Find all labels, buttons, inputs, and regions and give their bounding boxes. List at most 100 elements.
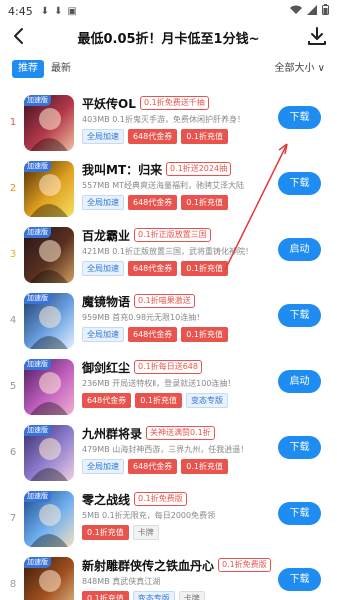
game-size: 479MB (82, 445, 110, 454)
game-description: 479MB 山海封神西游，三界九州，任我逍遥！ (82, 444, 294, 455)
game-row[interactable]: 7 加速版 零之战线 0.1折免费版 5MB 0.1折无限充，每日2000免费领 0.1折… (0, 491, 337, 555)
rank-number: 4 (9, 315, 17, 326)
promo-badge: 0.1折免费版 (134, 492, 187, 506)
feature-tag: 全局加速 (82, 129, 124, 144)
feature-tag: 0.1折充值 (181, 261, 229, 276)
game-size: 403MB (82, 115, 110, 124)
game-description: 557MB MT经典爽送海量福利，驰骋艾泽大陆 (82, 180, 294, 191)
rank-number: 6 (9, 447, 17, 458)
game-thumbnail[interactable]: 加速版 (24, 359, 74, 415)
feature-tag: 全局加速 (82, 459, 124, 474)
game-row[interactable]: 5 加速版 御剑红尘 0.1折每日送648 236MB 开局送特权Ⅱ，登录就送100连抽… (0, 359, 337, 423)
game-summary: 0.1折无限充，每日2000免费领 (102, 511, 216, 520)
game-row[interactable]: 2 加速版 我叫MT：归来 0.1折送2024抽 557MB MT经典爽送海量福利，驰骋… (0, 161, 337, 225)
wifi-icon (290, 5, 302, 18)
accelerated-badge: 加速版 (24, 491, 51, 502)
feature-tag: 全局加速 (82, 327, 124, 342)
feature-tag: 0.1折充值 (181, 195, 229, 210)
sort-recommended-tab[interactable]: 推荐 (12, 60, 44, 78)
game-summary: 0.1折鬼灭手游，免费休闲护肝养身！ (112, 115, 245, 124)
feature-tag: 0.1折充值 (82, 525, 129, 540)
game-name[interactable]: 百龙霸业 (82, 227, 130, 244)
game-row[interactable]: 3 加速版 百龙霸业 0.1折正版放置三国 421MB 0.1折正版放置三国，武将重铸化… (0, 227, 337, 291)
feature-tags: 全局加速 648代金券 0.1折充值 (82, 261, 229, 276)
game-size: 236MB (82, 379, 110, 388)
launch-button[interactable]: 启动 (278, 238, 321, 261)
game-size: 421MB (82, 247, 110, 256)
download-button[interactable]: 下载 (278, 106, 321, 129)
promo-badge: 关神送满赞0.1折 (146, 426, 215, 440)
feature-tag: 0.1折充值 (181, 459, 229, 474)
size-filter-label: 全部大小 (274, 63, 315, 74)
download-button[interactable]: 下载 (278, 568, 321, 591)
promo-badge: 0.1折正版放置三国 (134, 228, 211, 242)
signal-icon (307, 4, 317, 18)
rank-number: 5 (9, 381, 17, 392)
game-thumbnail[interactable]: 加速版 (24, 491, 74, 547)
page-title: 最低0.05折！月卡低至1分钱~ (77, 31, 260, 47)
game-description: 236MB 开局送特权Ⅱ，登录就送100连抽！ (82, 378, 294, 389)
sort-latest-tab[interactable]: 最新 (51, 60, 71, 78)
download-button[interactable]: 下载 (278, 304, 321, 327)
game-description: 403MB 0.1折鬼灭手游，免费休闲护肝养身！ (82, 114, 294, 125)
game-thumbnail[interactable]: 加速版 (24, 425, 74, 481)
feature-tags: 0.1折充值 变态专版 卡牌 (82, 591, 205, 600)
game-summary: 首充0.98元无限10连抽！ (112, 313, 205, 322)
promo-badge: 0.1折免费版 (218, 558, 271, 572)
game-name[interactable]: 御剑红尘 (82, 359, 130, 376)
download-manager-icon[interactable] (305, 24, 329, 48)
game-summary: 开局送特权Ⅱ，登录就送100连抽！ (112, 379, 236, 388)
game-row[interactable]: 4 加速版 魔镜物语 0.1折喵果激送 959MB 首充0.98元无限10连抽！ 全局加速… (0, 293, 337, 357)
game-name[interactable]: 魔镜物语 (82, 293, 130, 310)
game-name[interactable]: 我叫MT：归来 (82, 161, 162, 178)
app-notification-icon: ▣ (67, 5, 77, 17)
accelerated-badge: 加速版 (24, 227, 51, 238)
accelerated-badge: 加速版 (24, 161, 51, 172)
game-description: 421MB 0.1折正版放置三国，武将重铸化神院！ (82, 246, 294, 257)
accelerated-badge: 加速版 (24, 293, 51, 304)
rank-number: 2 (9, 183, 17, 194)
feature-tag: 变态专版 (186, 393, 229, 408)
promo-badge: 0.1折喵果激送 (134, 294, 195, 308)
download-button[interactable]: 下载 (278, 502, 321, 525)
accelerated-badge: 加速版 (24, 359, 51, 370)
game-thumbnail[interactable]: 加速版 (24, 293, 74, 349)
game-size: 959MB (82, 313, 110, 322)
promo-badge: 0.1折送2024抽 (166, 162, 232, 176)
battery-icon (322, 4, 329, 18)
feature-tag: 0.1折充值 (135, 393, 183, 408)
feature-tag: 0.1折充值 (181, 129, 229, 144)
download-button[interactable]: 下载 (278, 172, 321, 195)
game-summary: 0.1折正版放置三国，武将重铸化神院！ (112, 247, 253, 256)
feature-tag: 全局加速 (82, 195, 124, 210)
size-filter-dropdown[interactable]: 全部大小 ∨ (274, 60, 325, 78)
promo-badge: 0.1折每日送648 (134, 360, 202, 374)
game-description: 959MB 首充0.98元无限10连抽！ (82, 312, 294, 323)
feature-tag: 648代金券 (82, 393, 132, 408)
feature-tag: 648代金券 (128, 261, 178, 276)
game-row[interactable]: 6 加速版 九州群将录 关神送满赞0.1折 479MB 山海封神西游，三界九州，任我逍遥… (0, 425, 337, 489)
game-row[interactable]: 1 加速版 平妖传OL 0.1折免费送千抽 403MB 0.1折鬼灭手游，免费休闲护肝养… (0, 95, 337, 159)
accelerated-badge: 加速版 (24, 425, 51, 436)
launch-button[interactable]: 启动 (278, 370, 321, 393)
feature-tags: 0.1折充值 卡牌 (82, 525, 159, 540)
game-thumbnail[interactable]: 加速版 (24, 95, 74, 151)
game-row[interactable]: 8 加速版 新射雕群侠传之铁血丹心 0.1折免费版 848MB 真武侠真江湖 0.1折充值… (0, 557, 337, 600)
game-thumbnail[interactable]: 加速版 (24, 557, 74, 600)
game-thumbnail[interactable]: 加速版 (24, 161, 74, 217)
chevron-down-icon: ∨ (317, 63, 325, 74)
feature-tags: 全局加速 648代金券 0.1折充值 (82, 129, 229, 144)
game-name[interactable]: 新射雕群侠传之铁血丹心 (82, 557, 214, 574)
game-name[interactable]: 九州群将录 (82, 425, 142, 442)
game-thumbnail[interactable]: 加速版 (24, 227, 74, 283)
game-name[interactable]: 零之战线 (82, 491, 130, 508)
promo-badge: 0.1折免费送千抽 (140, 96, 209, 110)
sort-bar: 推荐 最新 全部大小 ∨ (0, 58, 337, 80)
download-button[interactable]: 下载 (278, 436, 321, 459)
game-name[interactable]: 平妖传OL (82, 95, 136, 112)
feature-tags: 全局加速 648代金券 0.1折充值 (82, 195, 229, 210)
download-notification-icon: ⬇ (40, 5, 50, 17)
accelerated-badge: 加速版 (24, 557, 51, 568)
download-notification-icon: ⬇ (54, 5, 63, 17)
back-arrow-icon[interactable] (9, 25, 31, 47)
